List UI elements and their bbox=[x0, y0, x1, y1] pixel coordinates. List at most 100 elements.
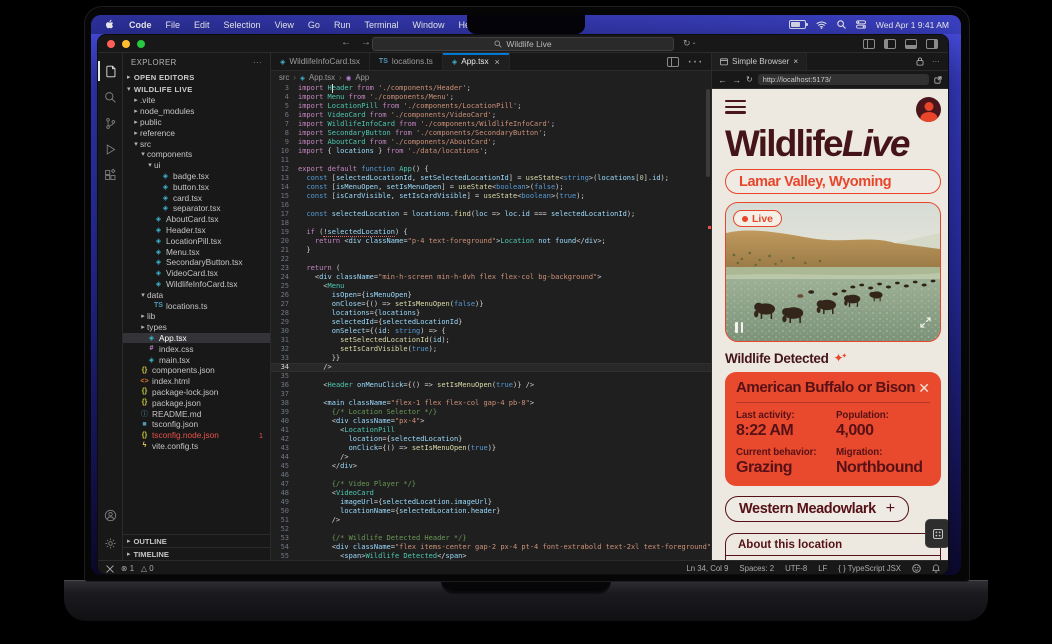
remote-indicator-icon[interactable] bbox=[106, 565, 114, 573]
tree-file-index.html[interactable]: <>index.html bbox=[123, 376, 270, 387]
next-species-pill[interactable]: Western Meadowlark + bbox=[725, 496, 909, 522]
search-icon[interactable] bbox=[98, 84, 122, 110]
split-editor-icon[interactable] bbox=[667, 57, 679, 67]
code-line-24[interactable]: 24 <div className="min-h-screen min-h-dv… bbox=[271, 273, 711, 282]
code-line-48[interactable]: 48 <VideoCard bbox=[271, 489, 711, 498]
status-ln[interactable]: Ln 34, Col 9 bbox=[686, 564, 728, 573]
code-line-40[interactable]: 40 <div className="px-4"> bbox=[271, 417, 711, 426]
code-line-55[interactable]: 55 <span>Wildlife Detected</span> bbox=[271, 552, 711, 560]
menu-edit[interactable]: Edit bbox=[194, 20, 210, 30]
problems-warnings[interactable]: △ 0 bbox=[141, 564, 154, 573]
minimize-window-button[interactable] bbox=[122, 40, 130, 48]
close-icon[interactable]: × bbox=[495, 57, 500, 67]
browser-reload-icon[interactable]: ↻ bbox=[746, 75, 753, 84]
code-editor[interactable]: 3import Header from './components/Header… bbox=[271, 84, 711, 560]
status-lf[interactable]: LF bbox=[818, 564, 827, 573]
tree-folder-public[interactable]: ▸public bbox=[123, 117, 270, 128]
code-line-20[interactable]: 20 return <div className="p-4 text-foreg… bbox=[271, 237, 711, 246]
outline-section[interactable]: ▸ OUTLINE bbox=[123, 534, 270, 547]
editor-tab-locations.ts[interactable]: TSlocations.ts bbox=[370, 53, 443, 70]
code-line-27[interactable]: 27 onClose={() => setIsMenuOpen(false)} bbox=[271, 300, 711, 309]
code-line-39[interactable]: 39 {/* Location Selector */} bbox=[271, 408, 711, 417]
code-line-46[interactable]: 46 bbox=[271, 471, 711, 480]
menu-window[interactable]: Window bbox=[412, 20, 444, 30]
lock-icon[interactable] bbox=[916, 57, 924, 66]
run-debug-icon[interactable] bbox=[98, 136, 122, 162]
tree-folder-reference[interactable]: ▸reference bbox=[123, 127, 270, 138]
tree-file-LocationPill.tsx[interactable]: ◈LocationPill.tsx bbox=[123, 235, 270, 246]
open-editors-section[interactable]: ▸ OPEN EDITORS bbox=[123, 71, 270, 83]
tree-file-VideoCard.tsx[interactable]: ◈VideoCard.tsx bbox=[123, 268, 270, 279]
fullscreen-icon[interactable] bbox=[920, 315, 931, 333]
tree-file-tsconfig.json[interactable]: ■tsconfig.json bbox=[123, 419, 270, 430]
apple-logo-icon[interactable] bbox=[105, 19, 115, 30]
tree-file-WildlifeInfoCard.tsx[interactable]: ◈WildlifeInfoCard.tsx bbox=[123, 279, 270, 290]
breadcrumb[interactable]: src›◈App.tsx›◉App bbox=[271, 71, 711, 84]
code-line-16[interactable]: 16 bbox=[271, 201, 711, 210]
code-line-41[interactable]: 41 <LocationPill bbox=[271, 426, 711, 435]
tree-folder-.vite[interactable]: ▸.vite bbox=[123, 95, 270, 106]
tree-file-badge.tsx[interactable]: ◈badge.tsx bbox=[123, 171, 270, 182]
code-line-29[interactable]: 29 selectedId={selectedLocationId} bbox=[271, 318, 711, 327]
code-line-28[interactable]: 28 locations={locations} bbox=[271, 309, 711, 318]
code-line-8[interactable]: 8import SecondaryButton from './componen… bbox=[271, 129, 711, 138]
tree-file-SecondaryButton.tsx[interactable]: ◈SecondaryButton.tsx bbox=[123, 257, 270, 268]
code-line-11[interactable]: 11 bbox=[271, 156, 711, 165]
menu-selection[interactable]: Selection bbox=[224, 20, 261, 30]
wifi-icon[interactable] bbox=[816, 21, 827, 29]
code-line-19[interactable]: 19 if (!selectedLocation) { bbox=[271, 228, 711, 237]
editor-scrollbar[interactable] bbox=[706, 89, 710, 177]
breadcrumb-item[interactable]: src bbox=[279, 73, 289, 82]
code-line-6[interactable]: 6import VideoCard from './components/Vid… bbox=[271, 111, 711, 120]
command-center-search[interactable]: Wildlife Live bbox=[372, 37, 674, 51]
tree-file-main.tsx[interactable]: ◈main.tsx bbox=[123, 354, 270, 365]
code-line-3[interactable]: 3import Header from './components/Header… bbox=[271, 84, 711, 93]
menubar-clock[interactable]: Wed Apr 1 9:41 AM bbox=[876, 20, 949, 30]
code-line-36[interactable]: 36 <Header onMenuClick={() => setIsMenuO… bbox=[271, 381, 711, 390]
layout-dropdown-icon[interactable]: ↻⌄ bbox=[683, 38, 697, 49]
tree-file-package-lock.json[interactable]: {}package-lock.json bbox=[123, 387, 270, 398]
code-line-18[interactable]: 18 bbox=[271, 219, 711, 228]
extensions-icon[interactable] bbox=[98, 162, 122, 188]
avatar[interactable] bbox=[916, 97, 941, 122]
tree-file-AboutCard.tsx[interactable]: ◈AboutCard.tsx bbox=[123, 214, 270, 225]
tree-file-README.md[interactable]: ⓘREADME.md bbox=[123, 408, 270, 419]
control-center-icon[interactable] bbox=[856, 20, 866, 29]
tree-file-components.json[interactable]: {}components.json bbox=[123, 365, 270, 376]
close-icon[interactable]: ✕ bbox=[918, 383, 930, 393]
tree-file-tsconfig.node.json[interactable]: {}tsconfig.node.json1 bbox=[123, 430, 270, 441]
code-line-45[interactable]: 45 </div> bbox=[271, 462, 711, 471]
code-line-33[interactable]: 33 }} bbox=[271, 354, 711, 363]
floating-editor-widget[interactable] bbox=[925, 519, 949, 548]
code-line-37[interactable]: 37 bbox=[271, 390, 711, 399]
location-pill[interactable]: Lamar Valley, Wyoming bbox=[725, 169, 941, 194]
code-line-47[interactable]: 47 {/* Video Player */} bbox=[271, 480, 711, 489]
tree-folder-lib[interactable]: ▸lib bbox=[123, 311, 270, 322]
code-line-17[interactable]: 17 const selectedLocation = locations.fi… bbox=[271, 210, 711, 219]
editor-tab-App.tsx[interactable]: ◈App.tsx× bbox=[443, 53, 510, 70]
code-line-32[interactable]: 32 setIsCardVisible(true); bbox=[271, 345, 711, 354]
tree-file-locations.ts[interactable]: TSlocations.ts bbox=[123, 300, 270, 311]
toggle-panel-icon[interactable] bbox=[905, 39, 917, 49]
code-line-53[interactable]: 53 {/* Wildlife Detected Header */} bbox=[271, 534, 711, 543]
code-line-26[interactable]: 26 isOpen={isMenuOpen} bbox=[271, 291, 711, 300]
code-line-51[interactable]: 51 /> bbox=[271, 516, 711, 525]
code-line-21[interactable]: 21 } bbox=[271, 246, 711, 255]
tree-file-package.json[interactable]: {}package.json bbox=[123, 397, 270, 408]
workspace-root-section[interactable]: ▾ WILDLIFE LIVE bbox=[123, 83, 270, 95]
explorer-actions-icon[interactable]: ··· bbox=[253, 58, 262, 67]
status-utf8[interactable]: UTF-8 bbox=[785, 564, 807, 573]
code-line-52[interactable]: 52 bbox=[271, 525, 711, 534]
more-actions-icon[interactable]: ··· bbox=[932, 57, 940, 66]
breadcrumb-item[interactable]: App bbox=[355, 73, 369, 82]
zoom-window-button[interactable] bbox=[137, 40, 145, 48]
tree-folder-ui[interactable]: ▾ui bbox=[123, 160, 270, 171]
browser-forward-icon[interactable]: → bbox=[732, 75, 741, 85]
source-control-icon[interactable] bbox=[98, 110, 122, 136]
menu-code[interactable]: Code bbox=[129, 20, 152, 30]
tree-file-separator.tsx[interactable]: ◈separator.tsx bbox=[123, 203, 270, 214]
code-line-4[interactable]: 4import Menu from './components/Menu'; bbox=[271, 93, 711, 102]
code-line-38[interactable]: 38 <main className="flex-1 flex flex-col… bbox=[271, 399, 711, 408]
more-actions-icon[interactable]: ··· bbox=[687, 53, 703, 71]
pause-button[interactable] bbox=[735, 322, 743, 333]
